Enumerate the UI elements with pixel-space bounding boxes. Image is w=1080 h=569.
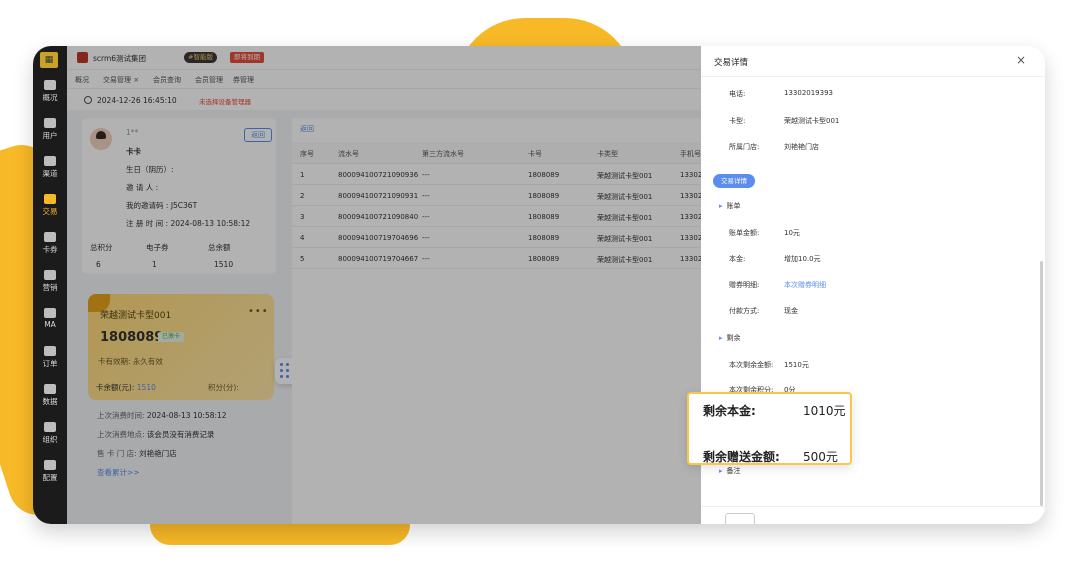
sidebar-item-channels[interactable]: 渠道 <box>33 156 67 179</box>
phone-value: 13302019393 <box>784 89 833 97</box>
drawer-title: 交易详情 <box>714 58 749 68</box>
sidebar-item-label: 交易 <box>42 207 58 216</box>
ma-icon <box>44 308 56 318</box>
section-bill[interactable]: 账单 <box>719 201 741 211</box>
org-icon <box>44 422 56 432</box>
sidebar-item-label: 营销 <box>42 283 58 292</box>
app-window: ▦ 概况 用户 渠道 交易 卡券 营销 MA 订单 数据 组织 配置 scrm6… <box>33 46 1045 524</box>
store-label: 所属门店: <box>729 143 760 151</box>
drawer-footer <box>701 506 1045 524</box>
remain-amount-value: 1510元 <box>784 361 809 369</box>
sidebar-item-label: 配置 <box>42 473 58 482</box>
drawer-divider <box>701 76 1045 77</box>
channels-icon <box>44 156 56 166</box>
overview-icon <box>44 80 56 90</box>
bill-amount-label: 账单金额: <box>729 229 760 237</box>
coupon-detail-link[interactable]: 本次赠券明细 <box>784 280 826 290</box>
sidebar-item-label: 概况 <box>42 93 58 102</box>
sidebar: ▦ 概况 用户 渠道 交易 卡券 营销 MA 订单 数据 组织 配置 <box>33 46 67 524</box>
sidebar-item-data[interactable]: 数据 <box>33 384 67 407</box>
sidebar-item-label: 订单 <box>42 359 58 368</box>
transactions-icon <box>44 194 56 204</box>
data-icon <box>44 384 56 394</box>
sidebar-item-label: MA <box>44 320 56 329</box>
card-type-value: 荣越测试卡型001 <box>784 117 840 125</box>
users-icon <box>44 118 56 128</box>
app-logo: ▦ <box>40 52 58 68</box>
remaining-balance-callout: 剩余本金: 1010元 剩余赠送金额: 500元 <box>687 392 852 465</box>
orders-icon <box>44 346 56 356</box>
sidebar-item-label: 组织 <box>42 435 58 444</box>
sidebar-item-overview[interactable]: 概况 <box>33 80 67 103</box>
sidebar-item-coupons[interactable]: 卡券 <box>33 232 67 255</box>
sidebar-item-org[interactable]: 组织 <box>33 422 67 445</box>
sidebar-item-transactions[interactable]: 交易 <box>33 194 67 217</box>
marketing-icon <box>44 270 56 280</box>
drawer-scrollbar[interactable] <box>1040 261 1043 506</box>
pay-method-label: 付款方式: <box>729 307 760 315</box>
bill-amount-value: 10元 <box>784 229 800 237</box>
sidebar-item-marketing[interactable]: 营销 <box>33 270 67 293</box>
close-icon[interactable]: × <box>1016 53 1026 67</box>
sidebar-item-users[interactable]: 用户 <box>33 118 67 141</box>
callout-principal-label: 剩余本金: <box>703 404 756 418</box>
sidebar-item-ma[interactable]: MA <box>33 308 67 329</box>
remain-amount-label: 本次剩余金额: <box>729 361 774 369</box>
callout-gift-value: 500元 <box>803 450 838 464</box>
section-remaining[interactable]: 剩余 <box>719 333 741 343</box>
callout-principal-value: 1010元 <box>803 404 846 418</box>
sidebar-item-label: 渠道 <box>42 169 58 178</box>
modal-backdrop[interactable] <box>67 46 701 524</box>
callout-gift-label: 剩余赠送金额: <box>703 450 780 464</box>
phone-label: 电话: <box>729 90 746 98</box>
principal-value: 增加10.0元 <box>784 255 821 263</box>
sidebar-item-label: 用户 <box>42 131 58 140</box>
coupon-detail-label: 赠券明细: <box>729 281 760 289</box>
section-note[interactable]: 备注 <box>719 466 741 476</box>
card-type-label: 卡型: <box>729 117 746 125</box>
pay-method-value: 现金 <box>784 307 798 315</box>
detail-pill-tab[interactable]: 交易详情 <box>713 174 755 188</box>
sidebar-item-label: 数据 <box>42 397 58 406</box>
settings-icon <box>44 460 56 470</box>
sidebar-item-settings[interactable]: 配置 <box>33 460 67 483</box>
principal-label: 本金: <box>729 255 746 263</box>
footer-button[interactable] <box>725 513 755 524</box>
coupons-icon <box>44 232 56 242</box>
sidebar-item-label: 卡券 <box>42 245 58 254</box>
store-value: 刘艳艳门店 <box>784 143 819 151</box>
screenshot-stage: ▦ 概况 用户 渠道 交易 卡券 营销 MA 订单 数据 组织 配置 scrm6… <box>0 0 1080 569</box>
sidebar-item-orders[interactable]: 订单 <box>33 346 67 369</box>
